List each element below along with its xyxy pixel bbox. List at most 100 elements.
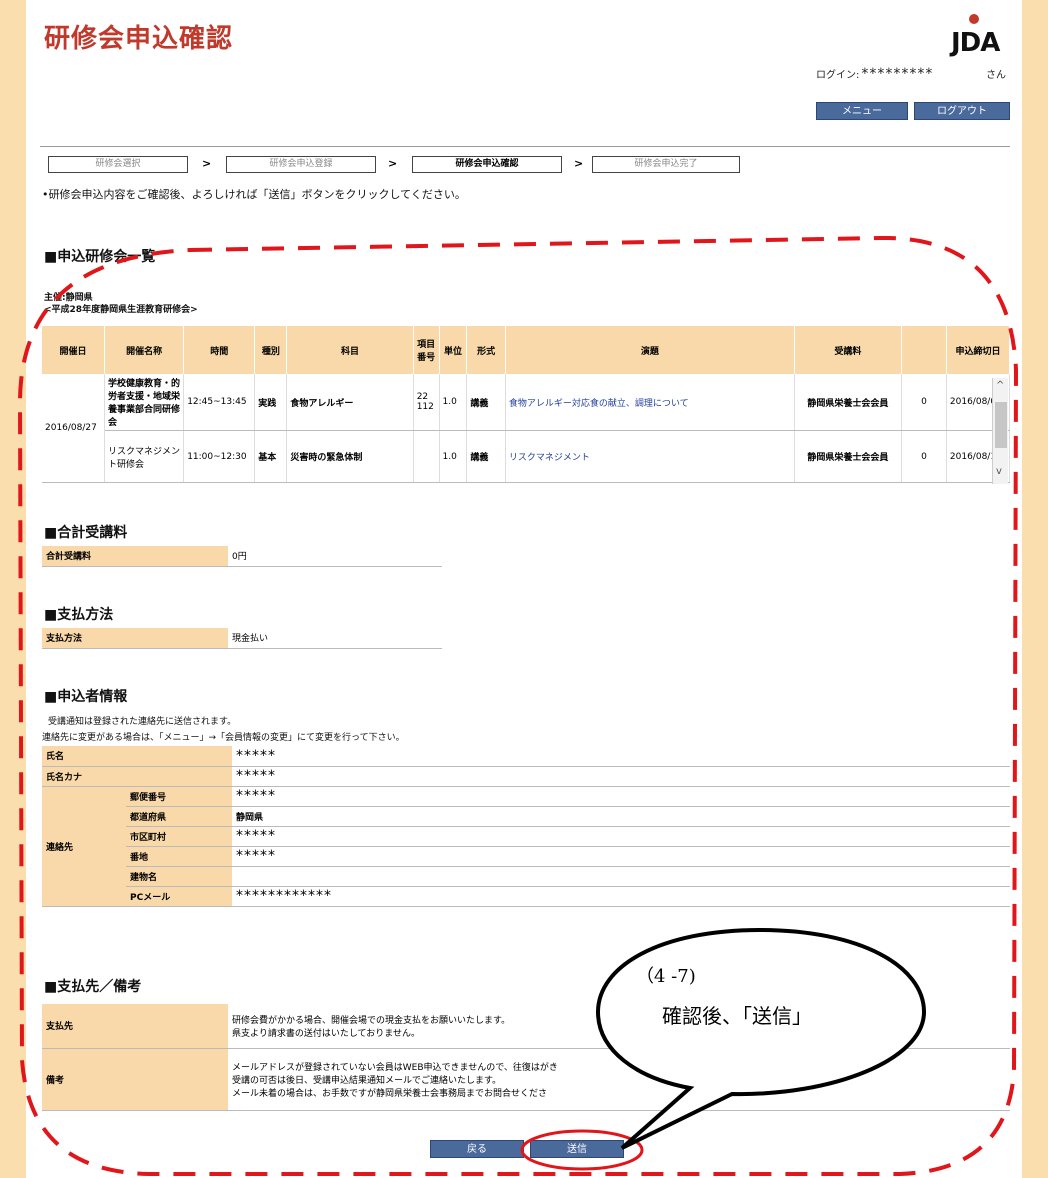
header-divider — [40, 146, 1010, 147]
col-header — [901, 326, 947, 374]
callout-instruction: 確認後、「送信」 — [662, 1004, 812, 1028]
payee-heading: ■支払先／備考 — [44, 979, 142, 995]
step-arrow: > — [388, 157, 398, 170]
send-button[interactable]: 送信 — [530, 1140, 624, 1158]
payment-method-table: 支払方法 現金払い — [42, 628, 442, 649]
col-header: 開催日 — [42, 326, 105, 374]
col-header: 受講料 — [794, 326, 902, 374]
city-value: ***** — [232, 826, 1010, 847]
callout-step-number: （4 -7) — [636, 966, 696, 987]
cell-item-no — [413, 430, 440, 483]
notes-line: メール未着の場合は、お手数ですが静岡県栄養士会事務局までお問合せくださ — [232, 1088, 548, 1099]
kana-value: ***** — [232, 766, 1010, 787]
step-confirm: 研修会申込確認 — [412, 156, 562, 173]
col-header: 単位 — [439, 326, 468, 374]
cell-form: 講義 — [466, 430, 506, 483]
cell-name: リスクマネジメント研修会 — [104, 430, 185, 483]
col-header: 種別 — [254, 326, 288, 374]
logout-button[interactable]: ログアウト — [914, 102, 1010, 120]
main-content: 研修会申込確認 JDA ログイン: ********* さん メニュー ログアウト… — [26, 0, 1022, 1178]
notes-line: 受講の可否は後日、受講申込結果通知メールでご連絡いたします。 — [232, 1075, 502, 1086]
cell-date: 2016/08/27 — [42, 374, 105, 483]
logo-dot-icon — [969, 14, 979, 24]
total-fee-label: 合計受講料 — [42, 546, 228, 567]
kana-label: 氏名カナ — [42, 766, 232, 787]
scroll-down-icon[interactable]: v — [996, 466, 1002, 477]
topic-link[interactable]: 食物アレルギー対応食の献立、調理について — [505, 374, 795, 431]
payment-method-heading: ■支払方法 — [44, 607, 114, 623]
left-gutter — [0, 0, 26, 1178]
notes-line: メールアドレスが登録されていない会員はWEB申込できませんので、往復はがき — [232, 1062, 558, 1073]
cell-unit: 1.0 — [439, 430, 468, 483]
step-arrow: > — [202, 157, 212, 170]
col-header: 開催名称 — [104, 326, 185, 374]
col-header: 時間 — [183, 326, 256, 374]
step-complete: 研修会申込完了 — [592, 156, 740, 173]
cell-type: 基本 — [254, 430, 288, 483]
name-label: 氏名 — [42, 746, 232, 767]
cell-time: 12:45~13:45 — [183, 374, 256, 431]
email-label: PCメール — [126, 886, 232, 907]
total-fee-table: 合計受講料 0円 — [42, 546, 442, 567]
postal-value: ***** — [232, 786, 1010, 807]
total-fee-value: 0円 — [228, 546, 442, 567]
cell-unit: 1.0 — [439, 374, 468, 431]
applicant-note: 受講通知は登録された連絡先に送信されます。 — [48, 717, 237, 727]
cell-subject: 災害時の緊急体制 — [286, 430, 414, 483]
cell-fee-target: 静岡県栄養士会会員 — [794, 374, 902, 431]
city-label: 市区町村 — [126, 826, 232, 847]
step-arrow: > — [574, 157, 584, 170]
payee-label: 支払先 — [42, 1004, 228, 1049]
page-frame: 研修会申込確認 JDA ログイン: ********* さん メニュー ログアウト… — [0, 0, 1048, 1178]
logo-text: JDA — [951, 28, 1000, 58]
applicant-table: 氏名 ***** 氏名カナ ***** 連絡先 郵便番号 ***** 都道府県 … — [42, 746, 1010, 907]
addr-value: ***** — [232, 846, 1010, 867]
login-status: ログイン: ********* さん — [816, 66, 1012, 82]
col-header: 形式 — [466, 326, 506, 374]
table-scrollbar[interactable]: ^ v — [992, 378, 1008, 484]
cell-form: 講義 — [466, 374, 506, 431]
email-value: ************ — [232, 886, 1010, 907]
notes-text: メールアドレスが登録されていない会員はWEB申込できませんので、往復はがき 受講… — [228, 1048, 1010, 1111]
payment-method-label: 支払方法 — [42, 628, 228, 649]
applicant-heading: ■申込者情報 — [44, 689, 128, 705]
login-suffix: さん — [986, 70, 1006, 81]
event-name-text: <平成28年度静岡県生涯教育研修会> — [44, 305, 198, 315]
cell-name: 学校健康教育・的労者支援・地域栄養事業部合同研修会 — [104, 374, 185, 431]
postal-label: 郵便番号 — [126, 786, 232, 807]
building-label: 建物名 — [126, 866, 232, 887]
cell-subject: 食物アレルギー — [286, 374, 414, 431]
scroll-thumb[interactable] — [995, 402, 1007, 448]
cell-fee: 0 — [901, 430, 947, 483]
table-row: 2016/08/27 学校健康教育・的労者支援・地域栄養事業部合同研修会 12:… — [42, 374, 1011, 483]
col-header: 科目 — [286, 326, 414, 374]
cell-item-no: 22 112 — [413, 374, 440, 431]
scroll-up-icon[interactable]: ^ — [996, 380, 1004, 391]
pref-label: 都道府県 — [126, 806, 232, 827]
payee-line: 県支より請求書の送付はいたしておりません。 — [232, 1028, 421, 1039]
login-label: ログイン: — [816, 70, 860, 81]
topic-link[interactable]: リスクマネジメント — [505, 430, 795, 483]
back-button[interactable]: 戻る — [430, 1140, 524, 1158]
applicant-note: 連絡先に変更がある場合は、「メニュー」→「会員情報の変更」にて変更を行って下さい… — [42, 733, 405, 743]
cell-time: 11:00~12:30 — [183, 430, 256, 483]
total-fee-heading: ■合計受講料 — [44, 525, 128, 541]
payee-table: 支払先 研修会費がかかる場合、開催会場での現金支払をお願いいたします。 県支より… — [42, 1004, 1010, 1111]
jda-logo: JDA — [951, 14, 1011, 60]
table-row: リスクマネジメント研修会 11:00~12:30 基本 災害時の緊急体制 1.0… — [42, 430, 1011, 483]
course-list-heading: ■申込研修会一覧 — [44, 249, 156, 265]
notes-label: 備考 — [42, 1048, 228, 1111]
step-register: 研修会申込登録 — [226, 156, 376, 173]
login-user: ********* — [861, 66, 934, 82]
instruction-text: •研修会申込内容をご確認後、よろしければ「送信」ボタンをクリックしてください。 — [42, 188, 466, 201]
name-value: ***** — [232, 746, 1010, 767]
col-header: 申込締切日 — [946, 326, 1011, 374]
step-select: 研修会選択 — [48, 156, 188, 173]
pref-value: 静岡県 — [232, 806, 1010, 827]
menu-button[interactable]: メニュー — [816, 102, 908, 120]
page-title: 研修会申込確認 — [44, 24, 234, 54]
cell-type: 実践 — [254, 374, 288, 431]
payee-text: 研修会費がかかる場合、開催会場での現金支払をお願いいたします。 県支より請求書の… — [228, 1004, 1010, 1049]
course-table: 開催日 開催名称 時間 種別 科目 項目番号 単位 形式 演題 受講料 申込締切… — [42, 326, 1011, 483]
course-table-header: 開催日 開催名称 時間 種別 科目 項目番号 単位 形式 演題 受講料 申込締切… — [42, 326, 1011, 374]
